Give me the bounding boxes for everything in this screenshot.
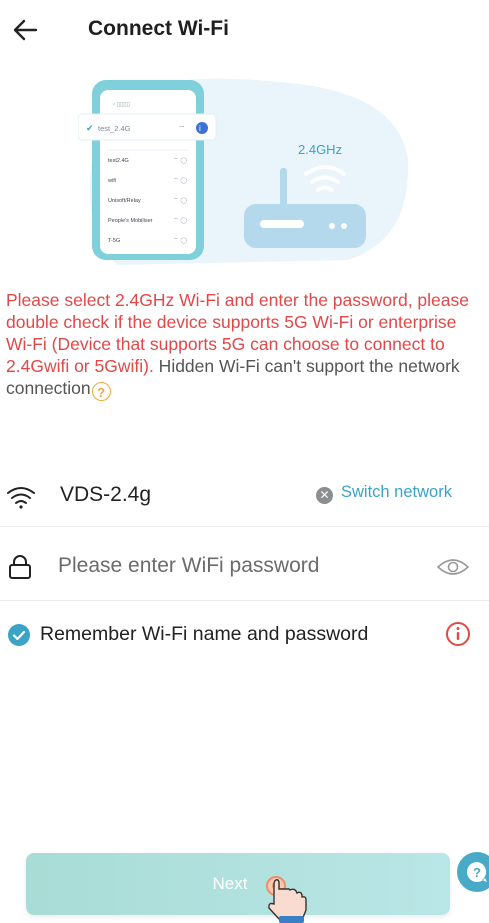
svg-text:⌔ ◯: ⌔ ◯ [173, 217, 187, 224]
help-question-icon[interactable]: ? [91, 382, 111, 401]
svg-text:✔: ✔ [86, 123, 94, 133]
show-password-eye-icon[interactable] [436, 556, 470, 578]
network-row: VDS-2.4g ✕ Switch network [0, 468, 489, 527]
password-row [0, 536, 489, 601]
phone-network-list-item: wifi [107, 178, 116, 184]
svg-text:⌔: ⌔ [178, 124, 186, 133]
switch-network-label: Switch network [341, 483, 452, 501]
phone-network-list-item: People's Mobiliser [108, 218, 153, 224]
phone-selected-network: test_2.4G [98, 124, 131, 133]
svg-text:⌔ ◯: ⌔ ◯ [173, 157, 187, 164]
next-button[interactable]: Next [26, 853, 450, 915]
remember-checkbox-icon[interactable] [8, 624, 30, 646]
phone-network-list-item: T-5G [108, 238, 120, 244]
close-icon: ✕ [316, 487, 333, 504]
svg-text:⌔ ◯: ⌔ ◯ [173, 177, 187, 184]
wifi-password-input[interactable] [58, 550, 418, 582]
wifi-setup-illustration: ‹ ▯▯▯▯ test2.4G wifi Unisoft/Relay Peopl… [77, 70, 411, 268]
svg-text:⌔ ◯: ⌔ ◯ [173, 237, 187, 244]
phone-network-list-item: Unisoft/Relay [108, 198, 141, 204]
header: Connect Wi-Fi [0, 0, 489, 60]
remember-row: Remember Wi-Fi name and password [0, 612, 489, 662]
network-ssid: VDS-2.4g [60, 483, 152, 506]
lock-icon [9, 555, 31, 579]
wifi-requirements-notice: Please select 2.4GHz Wi-Fi and enter the… [6, 289, 484, 401]
wifi-icon [7, 487, 35, 509]
next-button-label: Next [212, 874, 248, 893]
info-icon[interactable] [445, 621, 471, 647]
remember-label: Remember Wi-Fi name and password [40, 623, 369, 645]
page-title: Connect Wi-Fi [88, 17, 229, 40]
back-arrow-icon[interactable] [10, 14, 42, 46]
support-chat-button[interactable]: ? [457, 852, 489, 892]
chat-help-icon: ? [467, 862, 487, 882]
phone-network-list-item: test2.4G [108, 158, 129, 164]
svg-text:?: ? [473, 865, 481, 880]
band-label: 2.4GHz [298, 142, 342, 157]
switch-network-button[interactable]: ✕ Switch network [316, 483, 452, 504]
svg-text:‹ ▯▯▯▯: ‹ ▯▯▯▯ [113, 102, 130, 108]
svg-text:⌔ ◯: ⌔ ◯ [173, 197, 187, 204]
tap-hand-icon [266, 876, 307, 923]
svg-text:i: i [199, 124, 201, 133]
